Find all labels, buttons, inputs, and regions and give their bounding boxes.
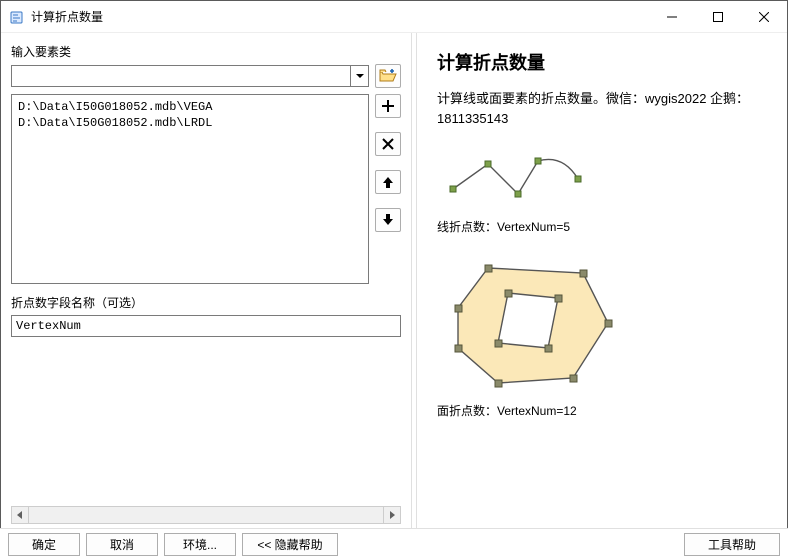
content-area: 输入要素类 D:\Data\I50G018052.mdb\VEGA D:\Dat…: [1, 33, 787, 528]
remove-item-button[interactable]: [375, 132, 401, 156]
add-item-button[interactable]: [375, 94, 401, 118]
parameters-panel: 输入要素类 D:\Data\I50G018052.mdb\VEGA D:\Dat…: [1, 33, 411, 528]
combo-dropdown-icon[interactable]: [350, 66, 368, 86]
button-bar: 确定 取消 环境... << 隐藏帮助 工具帮助: [0, 528, 788, 560]
cancel-button[interactable]: 取消: [86, 533, 158, 556]
help-panel: 计算折点数量 计算线或面要素的折点数量。微信：wygis2022 企鹅：1811…: [417, 33, 787, 528]
list-side-buttons: [375, 94, 401, 284]
titlebar: 计算折点数量: [1, 1, 787, 33]
x-icon: [381, 137, 395, 151]
polygon-caption: 面折点数：VertexNum=12: [437, 402, 767, 419]
list-item[interactable]: D:\Data\I50G018052.mdb\VEGA: [18, 99, 362, 115]
help-description: 计算线或面要素的折点数量。微信：wygis2022 企鹅：1811335143: [437, 89, 767, 129]
arrow-up-icon: [381, 175, 395, 189]
close-button[interactable]: [741, 1, 787, 33]
feature-listbox[interactable]: D:\Data\I50G018052.mdb\VEGA D:\Data\I50G…: [11, 94, 369, 284]
ok-button[interactable]: 确定: [8, 533, 80, 556]
move-down-button[interactable]: [375, 208, 401, 232]
app-icon: [9, 9, 25, 25]
input-features-label: 输入要素类: [11, 43, 401, 60]
line-figure: [443, 149, 593, 209]
plus-icon: [381, 99, 395, 113]
scroll-track[interactable]: [29, 506, 383, 524]
polygon-figure: [443, 253, 623, 393]
tool-help-button[interactable]: 工具帮助: [684, 533, 780, 556]
folder-open-icon: [379, 68, 397, 84]
window-title: 计算折点数量: [31, 8, 103, 25]
line-caption: 线折点数：VertexNum=5: [437, 218, 767, 235]
feature-list-area: D:\Data\I50G018052.mdb\VEGA D:\Data\I50G…: [11, 94, 401, 284]
horizontal-scrollbar[interactable]: [11, 506, 401, 524]
scroll-right-button[interactable]: [383, 506, 401, 524]
minimize-button[interactable]: [649, 1, 695, 33]
move-up-button[interactable]: [375, 170, 401, 194]
environments-button[interactable]: 环境...: [164, 533, 236, 556]
browse-button[interactable]: [375, 64, 401, 88]
input-features-combo[interactable]: [11, 65, 369, 87]
hide-help-button[interactable]: << 隐藏帮助: [242, 533, 338, 556]
input-combo-row: [11, 64, 401, 88]
list-item[interactable]: D:\Data\I50G018052.mdb\LRDL: [18, 115, 362, 131]
vertex-field-label: 折点数字段名称（可选）: [11, 294, 401, 311]
vertex-field-input[interactable]: [11, 315, 401, 337]
arrow-down-icon: [381, 213, 395, 227]
help-title: 计算折点数量: [437, 49, 767, 75]
scroll-left-button[interactable]: [11, 506, 29, 524]
maximize-button[interactable]: [695, 1, 741, 33]
